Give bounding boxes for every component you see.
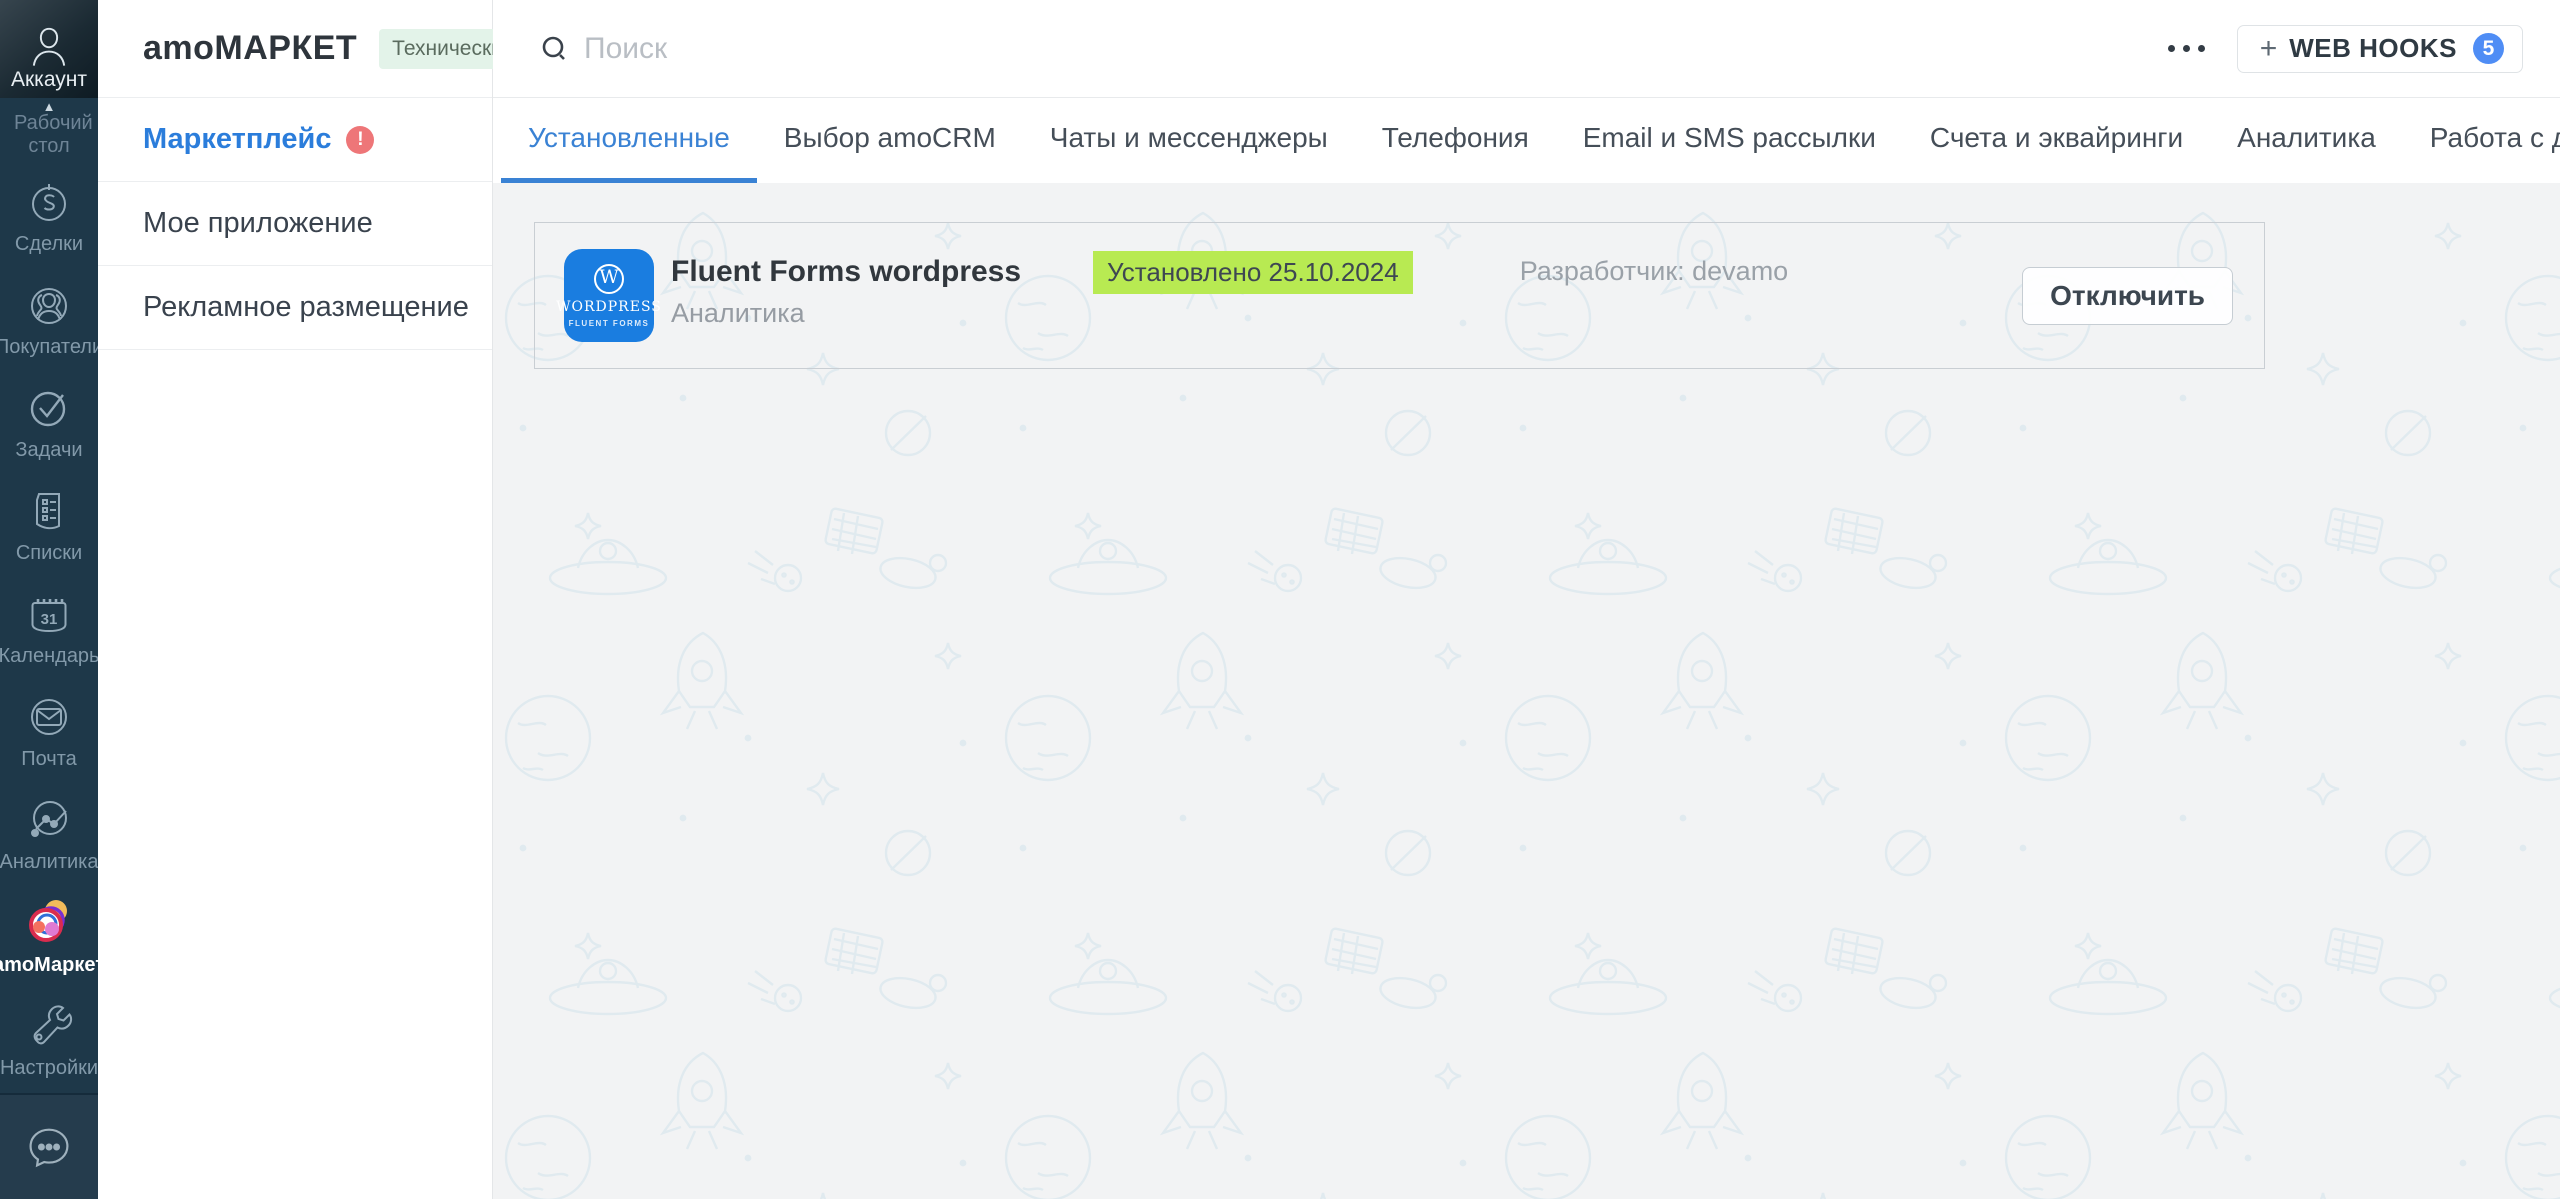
rail-item-label: Покупатели [0,336,103,359]
rail-item-analytics[interactable]: Аналитика [0,782,98,885]
rail-item-settings[interactable]: Настройки [0,988,98,1091]
app-category: Аналитика [671,298,1093,329]
deals-dollar-icon [25,175,73,227]
sidebar-item-label: Рекламное размещение [143,291,469,324]
tab-label: Работа с документами [2430,122,2560,154]
tab-installed[interactable]: Установленные [501,98,757,183]
rail-item-label: Аккаунт [11,68,87,92]
topbar: + WEB HOOKS 5 [493,0,2560,98]
tab-chats-messengers[interactable]: Чаты и мессенджеры [1023,98,1355,183]
webhooks-label: WEB HOOKS [2289,33,2457,64]
disconnect-button[interactable]: Отключить [2022,267,2233,325]
sidebar-item-marketplace[interactable]: Маркетплейс ! [98,98,492,182]
search-bar [540,32,2158,66]
tab-label: Счета и эквайринги [1930,122,2183,154]
chat-dots-icon [23,1121,75,1173]
mail-icon [25,690,73,742]
rail-item-label: Списки [16,542,82,565]
rail-item-label: Задачи [15,439,82,462]
dot [2168,45,2175,52]
wordpress-app-icon: W WORDPRESS FLUENT FORMS [564,249,654,342]
app-info: Fluent Forms wordpress Аналитика [671,255,1093,329]
user-icon [23,18,75,70]
search-icon [540,34,570,64]
tab-label: Телефония [1382,122,1529,154]
search-input[interactable] [584,32,2158,66]
rail-item-buyers[interactable]: Покупатели [0,267,98,370]
rail-item-deals[interactable]: Сделки [0,164,98,267]
wrench-icon [25,999,73,1051]
nav-rail: Аккаунт ▲ Рабочий стол Сделки [0,0,98,1199]
rail-item-label: Календарь [0,645,99,668]
tab-amocrm-choice[interactable]: Выбор amoCRM [757,98,1023,183]
wordpress-w-logo: W [594,264,624,294]
dot [2183,45,2190,52]
rail-item-lists[interactable]: Списки [0,473,98,576]
list-icon [25,484,73,536]
alert-badge: ! [346,126,374,154]
account-avatar[interactable]: Аккаунт [0,0,98,98]
tab-label: Чаты и мессенджеры [1050,122,1328,154]
chart-icon [25,793,73,845]
tab-telephony[interactable]: Телефония [1355,98,1556,183]
rail-item-label: Рабочий стол [14,112,84,158]
rail-item-label: amoМаркет [0,954,105,977]
rail-item-label: Сделки [15,233,83,256]
dot [2198,45,2205,52]
rail-item-label: Почта [21,748,77,771]
rail-item-amomarket[interactable]: amoМаркет [0,885,98,988]
installed-app-card: W WORDPRESS FLUENT FORMS Fluent Forms wo… [534,222,2265,369]
sidebar-item-ad-placement[interactable]: Рекламное размещение [98,266,492,350]
sidebar-item-label: Мое приложение [143,207,373,240]
app-window: Аккаунт ▲ Рабочий стол Сделки [0,0,2560,1199]
tab-label: Выбор amoCRM [784,122,996,154]
page-title: amoМАРКЕТ [143,29,357,68]
collapse-arrow-icon: ▲ [43,102,56,112]
chat-support-button[interactable] [0,1093,98,1199]
rail-item-calendar[interactable]: 31 Календарь [0,576,98,679]
sidebar: amoМАРКЕТ Технический аккаунт Маркетплей… [98,0,493,1199]
amomarket-logo-icon [25,896,73,948]
tab-invoices-acquiring[interactable]: Счета и эквайринги [1903,98,2210,183]
tab-label: Email и SMS рассылки [1583,122,1876,154]
tab-analytics[interactable]: Аналитика [2210,98,2403,183]
fluent-forms-wordmark: FLUENT FORMS [569,319,650,328]
webhooks-button[interactable]: + WEB HOOKS 5 [2237,25,2523,73]
tab-email-sms[interactable]: Email и SMS рассылки [1556,98,1903,183]
buyers-icon [25,278,73,330]
webhooks-count-badge: 5 [2473,33,2504,64]
check-circle-icon [25,381,73,433]
rail-item-label: Настройки [0,1057,98,1080]
tab-label: Установленные [528,122,730,154]
content-area: W WORDPRESS FLUENT FORMS Fluent Forms wo… [493,183,2560,1199]
calendar-icon: 31 [25,587,73,639]
developer-label: Разработчик: devamo [1520,256,1789,287]
header-more-button[interactable] [2158,31,2215,66]
rail-item-tasks[interactable]: Задачи [0,370,98,473]
sidebar-item-label: Маркетплейс [143,123,331,156]
tab-documents[interactable]: Работа с документами [2403,98,2560,183]
app-title: Fluent Forms wordpress [671,255,1093,289]
main-area: + WEB HOOKS 5 Установленные Выбор amoCRM… [493,0,2560,1199]
sidebar-header: amoМАРКЕТ Технический аккаунт [98,0,492,98]
plus-icon: + [2260,32,2278,66]
installed-status-badge: Установлено 25.10.2024 [1093,251,1413,294]
tab-label: Аналитика [2237,122,2376,154]
tab-bar: Установленные Выбор amoCRM Чаты и мессен… [493,98,2560,183]
sidebar-item-my-app[interactable]: Мое приложение [98,182,492,266]
rail-item-label: Аналитика [0,851,99,874]
rail-item-mail[interactable]: Почта [0,679,98,782]
calendar-day: 31 [41,611,58,628]
wordpress-wordmark: WORDPRESS [556,299,662,315]
rail-item-desktop[interactable]: ▲ Рабочий стол [0,98,98,164]
